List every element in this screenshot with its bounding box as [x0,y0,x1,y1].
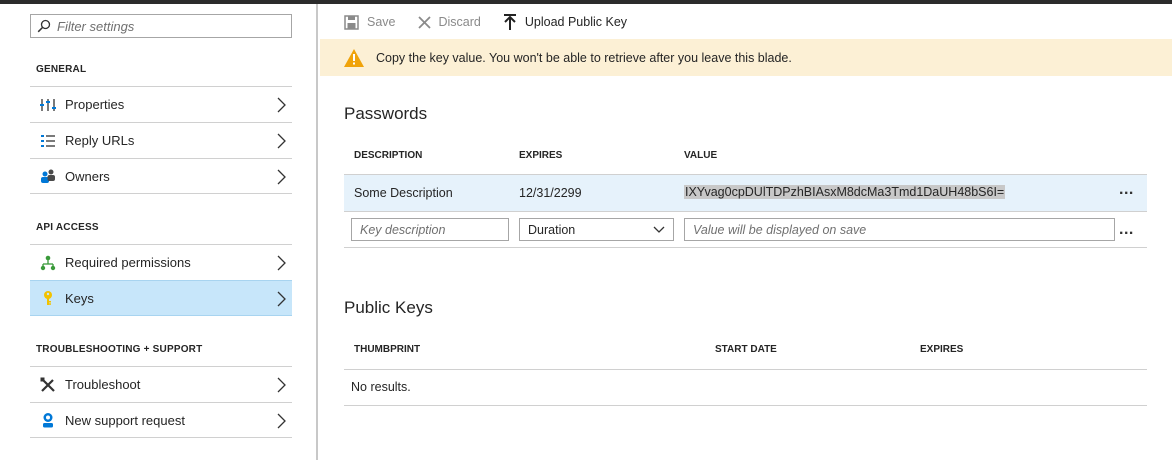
duration-value: Duration [528,222,576,237]
sidebar-item-label: Properties [65,97,125,112]
save-label: Save [367,15,396,29]
warning-text: Copy the key value. You won't be able to… [376,50,792,65]
column-header-start-date: START DATE [715,344,777,355]
support-request-icon [40,412,56,428]
filter-settings-box[interactable] [30,14,292,38]
save-button[interactable]: Save [344,14,396,30]
sidebar-item-keys[interactable]: Keys [30,280,292,316]
sidebar-item-properties[interactable]: Properties [30,86,292,122]
divider [344,211,1147,212]
warning-icon [344,48,364,67]
sidebar-item-label: Troubleshoot [65,377,141,392]
password-expires: 12/31/2299 [519,186,582,200]
nav-list-general: Properties Reply URLs Owners [30,86,292,194]
settings-sidebar: GENERAL Properties Reply URLs [0,4,318,460]
discard-button[interactable]: Discard [417,15,481,29]
section-header-general: GENERAL [36,64,87,75]
upload-public-key-button[interactable]: Upload Public Key [503,14,627,30]
column-header-value: VALUE [684,150,718,161]
warning-banner: Copy the key value. You won't be able to… [320,39,1172,76]
password-description: Some Description [354,186,453,200]
keys-blade: Save Discard Upload Public Key Copy the … [320,4,1172,460]
filter-settings-input[interactable] [57,18,277,34]
chevron-right-icon [277,169,286,185]
search-icon [37,19,51,33]
chevron-right-icon [277,413,286,429]
divider [344,247,1147,248]
chevron-right-icon [277,133,286,149]
sidebar-item-label: Keys [65,290,94,306]
passwords-heading: Passwords [344,104,428,123]
upload-icon [503,14,516,30]
public-keys-heading: Public Keys [344,298,433,317]
sidebar-item-troubleshoot[interactable]: Troubleshoot [30,366,292,402]
sidebar-item-required-permissions[interactable]: Required permissions [30,244,292,280]
column-header-description: DESCRIPTION [354,150,423,161]
section-header-api-access: API ACCESS [36,222,99,233]
row-more-button[interactable]: ... [1119,181,1134,199]
divider [344,405,1147,406]
command-bar: Save Discard Upload Public Key [320,4,1172,40]
column-header-expires: EXPIRES [519,150,563,161]
sidebar-item-label: Required permissions [65,255,191,270]
troubleshoot-icon [40,377,56,393]
divider [344,369,1147,370]
upload-label: Upload Public Key [524,15,628,29]
password-row[interactable]: Some Description 12/31/2299 IXYvag0cpDUl… [344,175,1147,211]
chevron-right-icon [277,291,286,307]
key-value-input[interactable] [684,218,1115,241]
chevron-right-icon [277,97,286,113]
reply-urls-icon [40,133,56,149]
chevron-down-icon [653,226,665,233]
owners-icon [40,168,56,184]
key-icon [40,290,56,306]
duration-dropdown[interactable]: Duration [519,218,674,241]
nav-list-troubleshooting: Troubleshoot New support request [30,366,292,438]
sidebar-item-label: New support request [65,412,185,428]
password-key-value[interactable]: IXYvag0cpDUlTDPzhBIAsxM8dcMa3Tmd1DaUH48b… [684,185,1006,199]
sidebar-item-new-support-request[interactable]: New support request [30,402,292,438]
properties-icon [40,97,56,113]
no-results-text: No results. [351,380,411,394]
sidebar-item-reply-urls[interactable]: Reply URLs [30,122,292,158]
nav-list-api-access: Required permissions Keys [30,244,292,316]
new-row-more-button[interactable]: ... [1119,221,1134,239]
permissions-icon [40,255,56,271]
chevron-right-icon [277,377,286,393]
discard-label: Discard [438,15,481,29]
section-header-troubleshooting: TROUBLESHOOTING + SUPPORT [36,344,203,355]
sidebar-item-owners[interactable]: Owners [30,158,292,194]
sidebar-item-label: Owners [65,168,110,184]
discard-icon [417,15,431,29]
key-description-input[interactable] [351,218,509,241]
column-header-expires: EXPIRES [920,344,964,355]
sidebar-item-label: Reply URLs [65,133,135,148]
save-icon [344,14,359,30]
chevron-right-icon [277,255,286,271]
column-header-thumbprint: THUMBPRINT [354,344,421,355]
